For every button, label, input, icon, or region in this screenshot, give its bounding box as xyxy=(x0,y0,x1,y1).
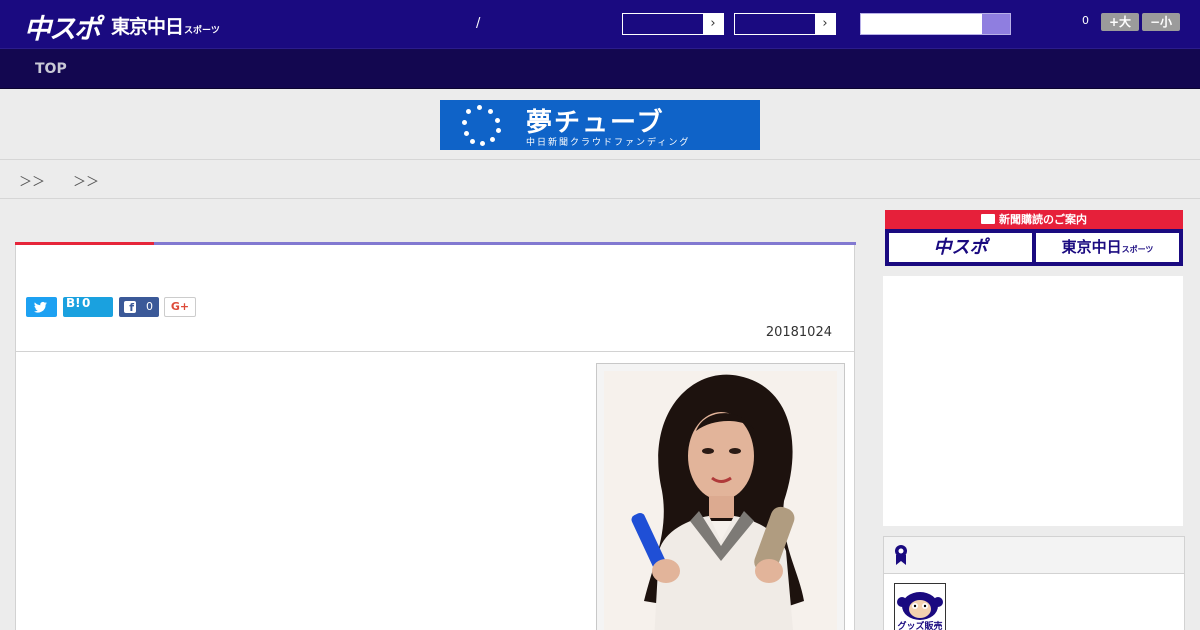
chevron-right-icon: › xyxy=(703,14,723,34)
banner-row: 夢チューブ 中日新聞クラウドファンディング xyxy=(0,90,1200,160)
article-accent-red xyxy=(15,242,154,245)
twitter-icon xyxy=(33,301,47,313)
photo-illustration xyxy=(604,371,837,630)
article-photo[interactable] xyxy=(604,371,837,630)
dot-decoration xyxy=(477,105,482,110)
tokyo-logo-suffix: スポーツ xyxy=(184,26,220,36)
subscription-header: 新聞購読のご案内 xyxy=(885,210,1183,229)
facebook-icon: f xyxy=(124,301,136,314)
article-panel: B! 0 f 0 G+ 20181024 xyxy=(15,242,856,630)
twitter-share-button[interactable] xyxy=(26,297,57,317)
hatena-label: B! xyxy=(66,296,81,310)
facebook-share-button[interactable]: f 0 xyxy=(119,297,159,317)
subscription-chuspo-button[interactable]: 中スポ xyxy=(889,233,1032,262)
sidebar-ad-slot[interactable] xyxy=(883,276,1183,526)
search-button[interactable] xyxy=(982,14,1010,34)
hatena-count: 0 xyxy=(82,296,91,310)
dot-decoration xyxy=(490,137,495,142)
goods-sale-label: グッズ販売中 xyxy=(895,620,945,630)
dot-decoration xyxy=(496,128,501,133)
site-search xyxy=(860,13,1011,35)
main-nav: TOP xyxy=(0,48,1200,89)
dot-decoration xyxy=(495,118,500,123)
dot-decoration xyxy=(470,139,475,144)
subscription-tokyo-suffix: スポーツ xyxy=(1121,245,1154,254)
dot-decoration xyxy=(464,131,469,136)
chuspo-logo[interactable]: 中スポ xyxy=(24,7,101,46)
goods-sale-banner[interactable]: グッズ販売中 xyxy=(894,583,946,630)
header-separator: / xyxy=(476,16,481,31)
subscription-tokyo-button[interactable]: 東京中日スポーツ xyxy=(1036,233,1179,262)
ribbon-badge-icon xyxy=(895,545,907,565)
font-size-increase-button[interactable]: +大 xyxy=(1101,13,1139,31)
breadcrumb: ＞＞ ＞＞ xyxy=(0,160,1200,199)
dot-decoration xyxy=(488,109,493,114)
article-divider xyxy=(16,351,854,352)
goods-widget: グッズ販売中 xyxy=(883,536,1185,630)
newspaper-icon xyxy=(981,214,995,224)
category-select-2[interactable]: › xyxy=(734,13,836,35)
yume-tube-title: 夢チューブ xyxy=(526,108,665,138)
article-photo-frame xyxy=(596,363,845,630)
search-input[interactable] xyxy=(861,14,983,34)
category-select-1[interactable]: › xyxy=(622,13,724,35)
dot-decoration xyxy=(466,109,471,114)
yume-tube-subtitle: 中日新聞クラウドファンディング xyxy=(526,138,691,148)
font-size-decrease-button[interactable]: −小 xyxy=(1142,13,1180,31)
article-accent-purple xyxy=(154,242,856,245)
google-plus-share-button[interactable]: G+ xyxy=(164,297,196,317)
goods-widget-header xyxy=(884,537,1184,574)
site-header: 中スポ 東京中日スポーツ / › › 0 +大 −小 xyxy=(0,0,1200,48)
chevron-right-icon: › xyxy=(815,14,835,34)
yume-tube-banner[interactable]: 夢チューブ 中日新聞クラウドファンディング xyxy=(440,100,760,150)
tokyo-chunichi-logo[interactable]: 東京中日スポーツ xyxy=(111,12,220,39)
breadcrumb-separator: ＞＞ xyxy=(19,175,46,190)
font-size-count: 0 xyxy=(1082,14,1089,27)
breadcrumb-separator: ＞＞ xyxy=(73,175,100,190)
subscription-tokyo-text: 東京中日 xyxy=(1061,238,1122,256)
facebook-count: 0 xyxy=(146,300,153,313)
dot-decoration xyxy=(462,120,467,125)
dot-decoration xyxy=(480,141,485,146)
article-date: 20181024 xyxy=(765,325,832,340)
mascot-icon xyxy=(897,592,943,620)
tokyo-logo-text: 東京中日 xyxy=(111,16,184,38)
subscription-banner[interactable]: 新聞購読のご案内 中スポ 東京中日スポーツ xyxy=(885,210,1183,266)
nav-item-top[interactable]: TOP xyxy=(35,61,67,77)
google-plus-icon: G+ xyxy=(170,300,190,313)
hatena-bookmark-button[interactable]: B! 0 xyxy=(63,296,113,317)
subscription-header-text: 新聞購読のご案内 xyxy=(999,213,1087,226)
